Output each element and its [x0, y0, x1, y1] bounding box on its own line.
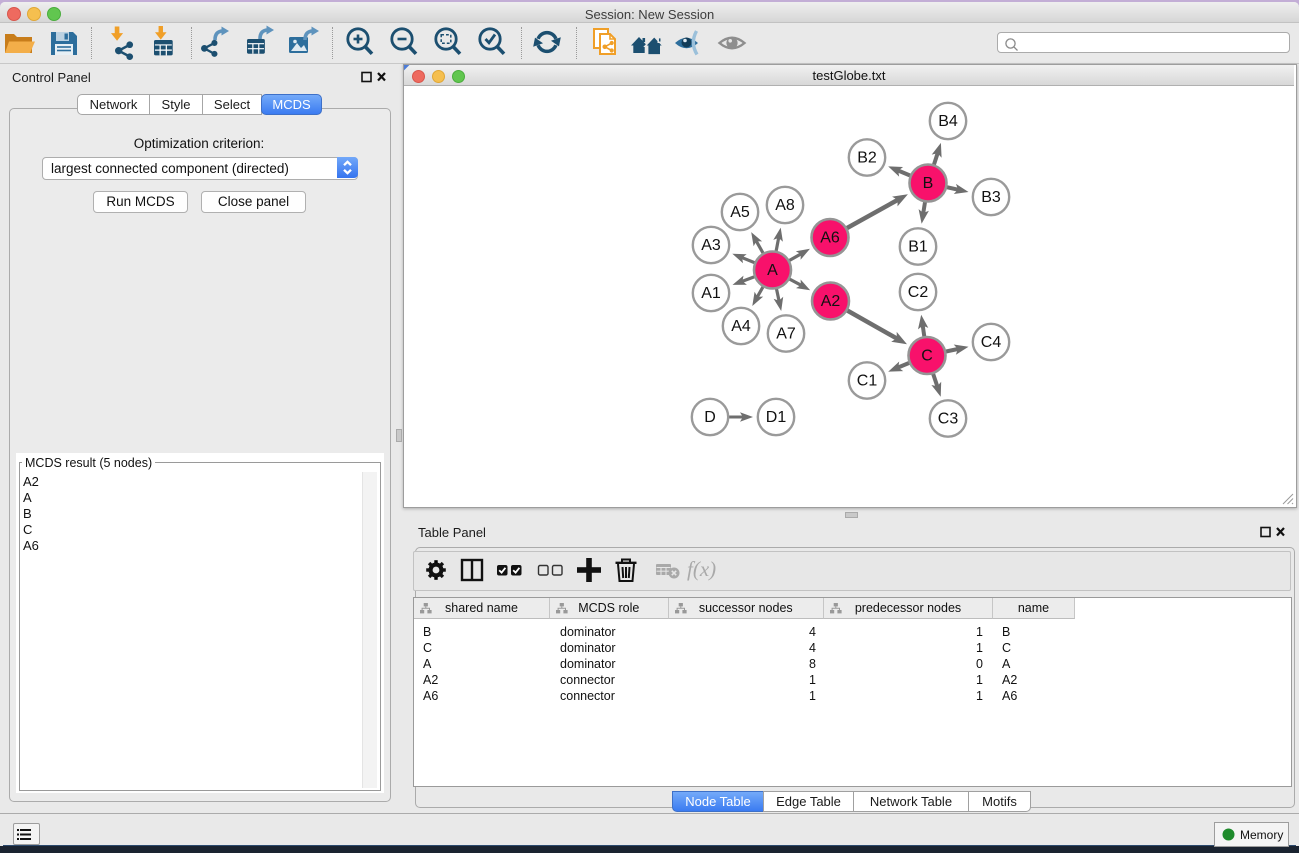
svg-text:A6: A6 — [820, 230, 840, 247]
svg-text:A4: A4 — [731, 318, 751, 335]
svg-text:A2: A2 — [821, 293, 841, 310]
svg-text:B3: B3 — [981, 189, 1001, 206]
svg-text:C: C — [921, 348, 933, 365]
svg-text:A5: A5 — [730, 204, 750, 221]
svg-text:C1: C1 — [857, 373, 878, 390]
svg-text:A1: A1 — [701, 285, 721, 302]
svg-text:C4: C4 — [981, 334, 1002, 351]
svg-text:D1: D1 — [766, 409, 787, 426]
svg-text:B2: B2 — [857, 150, 877, 167]
svg-text:C3: C3 — [938, 411, 959, 428]
svg-text:D: D — [704, 409, 716, 426]
svg-text:A3: A3 — [701, 237, 721, 254]
svg-text:A: A — [767, 262, 778, 279]
svg-text:B4: B4 — [938, 113, 958, 130]
svg-text:C2: C2 — [908, 284, 929, 301]
svg-text:B1: B1 — [908, 239, 928, 256]
svg-text:A8: A8 — [775, 197, 795, 214]
svg-text:B: B — [923, 175, 934, 192]
svg-text:A7: A7 — [776, 326, 796, 343]
